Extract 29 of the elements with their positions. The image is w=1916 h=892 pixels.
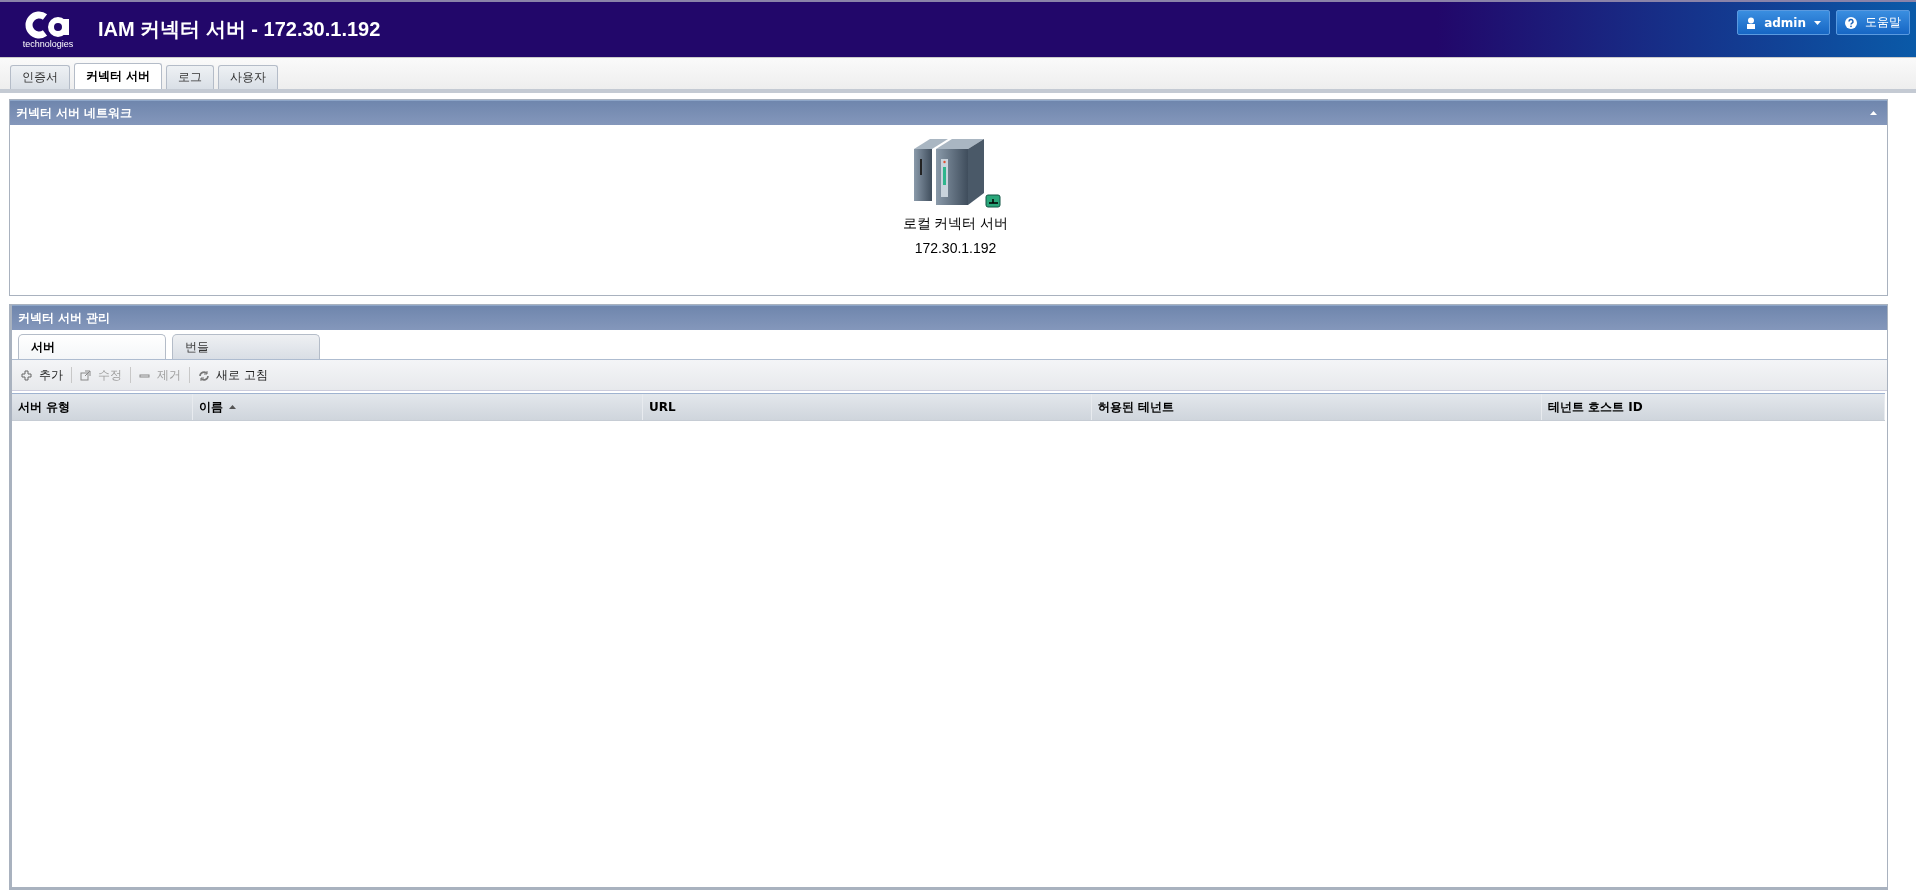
logo-mark-icon <box>25 10 71 39</box>
column-header[interactable]: URL <box>643 394 1092 420</box>
user-menu-button[interactable]: admin <box>1737 10 1830 35</box>
server-address: 172.30.1.192 <box>914 240 997 256</box>
column-header[interactable]: 서버 유형 <box>12 394 193 420</box>
help-button[interactable]: 도움말 <box>1836 10 1910 35</box>
column-header[interactable]: 테넌트 호스트 ID <box>1542 394 1885 420</box>
tab[interactable]: 로그 <box>166 65 215 89</box>
column-header[interactable]: 허용된 테넌트 <box>1092 394 1542 420</box>
tab[interactable]: 커넥터 서버 <box>74 63 163 89</box>
refresh-icon <box>198 369 209 381</box>
collapse-icon[interactable] <box>1870 111 1877 115</box>
tab[interactable]: 사용자 <box>218 65 279 89</box>
panel-title: 커넥터 서버 네트워크 <box>16 104 133 122</box>
help-icon <box>1845 16 1857 29</box>
logo-text: technologies <box>22 38 74 49</box>
user-icon <box>1746 16 1757 29</box>
tab[interactable]: 서버 <box>18 334 166 359</box>
server-name: 로컬 커넥터 서버 <box>902 215 1009 233</box>
edit-icon <box>80 369 91 381</box>
plus-icon <box>21 369 32 381</box>
caret-icon <box>1814 20 1821 25</box>
tab[interactable]: 인증서 <box>10 65 70 89</box>
refresh-button[interactable]: 새로 고침 <box>195 364 271 386</box>
tab[interactable]: 번들 <box>172 334 320 359</box>
column-header[interactable]: 이름 <box>193 394 643 420</box>
add-button[interactable]: 추가 <box>18 364 66 386</box>
panel-title: 커넥터 서버 관리 <box>18 309 111 327</box>
window-title: IAM 커넥터 서버 - 172.30.1.192 <box>98 17 381 42</box>
